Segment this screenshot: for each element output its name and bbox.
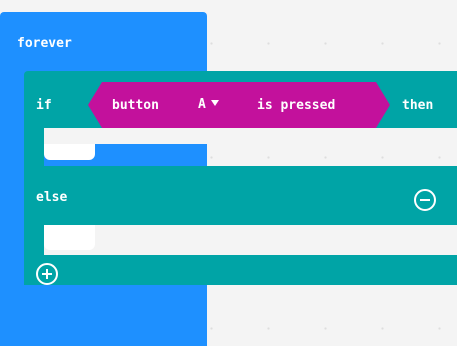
if-else-bottom-row bbox=[24, 255, 457, 285]
forever-block-tail bbox=[0, 321, 207, 334]
button-dropdown[interactable]: A bbox=[198, 97, 219, 112]
plus-circle-icon[interactable] bbox=[36, 263, 58, 285]
if-label: if bbox=[36, 98, 52, 113]
minus-circle-icon[interactable] bbox=[414, 189, 436, 211]
if-statement-slot[interactable] bbox=[44, 128, 457, 144]
condition-button-label: button bbox=[112, 98, 159, 113]
button-dropdown-value: A bbox=[198, 97, 206, 112]
if-block-spine bbox=[24, 128, 44, 168]
then-label: then bbox=[402, 98, 434, 113]
else-row[interactable] bbox=[24, 166, 457, 225]
else-label: else bbox=[36, 190, 68, 205]
forever-label: forever bbox=[17, 36, 72, 51]
else-slot-notch bbox=[44, 225, 95, 250]
else-statement-slot[interactable] bbox=[44, 225, 457, 255]
dropdown-arrow-icon bbox=[210, 100, 219, 106]
condition-pressed-label: is pressed bbox=[257, 98, 336, 113]
forever-block-bottom bbox=[0, 285, 207, 325]
if-slot-notch bbox=[44, 144, 95, 160]
